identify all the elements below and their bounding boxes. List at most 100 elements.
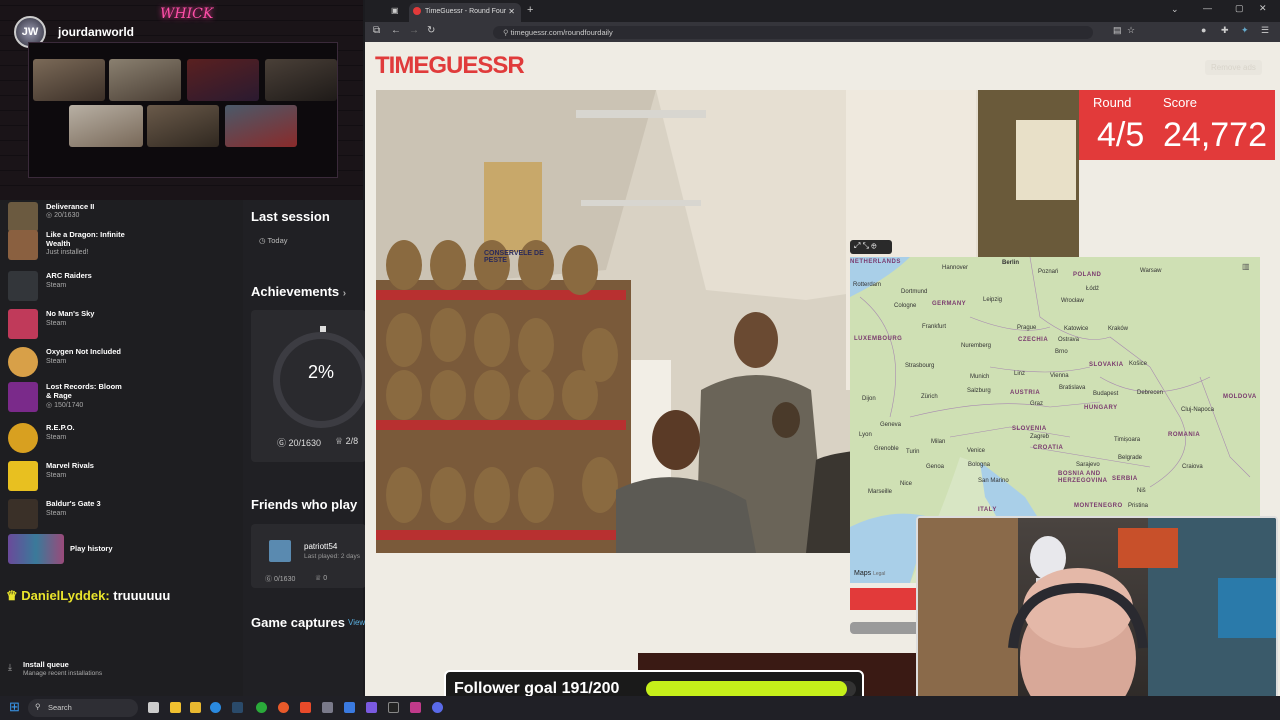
game-item-oxygen-not-included[interactable]: Oxygen Not Included Steam [8,345,128,379]
xbox-icon[interactable] [256,702,267,713]
minimize-icon[interactable]: — [1203,3,1212,13]
game-item-repo[interactable]: R.E.P.O. Steam [8,421,128,455]
game-item-like-a-dragon[interactable]: Like a Dragon: Infinite Wealth Just inst… [8,228,128,262]
sidebar-toggle-icon[interactable]: ⧉ [373,25,380,36]
game-item-arc-raiders[interactable]: ARC Raiders Steam [8,269,128,303]
friend-name: patriott54 [304,542,338,551]
new-tab-icon[interactable]: + [527,4,533,16]
tab-timeguessr[interactable]: TimeGuessr - Round Four ✕ [409,3,521,22]
game-item-no-mans-sky[interactable]: No Man's Sky Steam [8,307,128,341]
chat-badge-icon: ♛ [6,588,18,603]
back-icon[interactable]: ← [391,25,401,36]
map-city-label: Belgrade [1118,455,1143,461]
chat-message: ♛ DanielLyddek: truuuuuu [6,588,170,604]
map-country-label: HUNGARY [1084,405,1118,411]
game-item-baldurs-gate-3[interactable]: Baldur's Gate 3 Steam [8,497,128,531]
captures-view-link[interactable]: View [348,618,365,627]
pin-icon[interactable]: ⊕ [871,241,876,250]
play-history-item[interactable]: Play history [8,532,138,566]
bookmark-star-icon[interactable]: ☆ [1127,25,1135,36]
game-title: ARC Raiders [46,271,92,280]
game-thumbnail [8,271,38,301]
maximize-icon[interactable]: ▢ [1235,3,1244,14]
guest-cam [69,105,143,147]
guest-cam [225,105,297,147]
game-status: Steam [46,320,67,327]
extensions-icon[interactable]: ✚ [1221,25,1229,36]
copilot-icon[interactable] [170,702,181,713]
expand-icon[interactable]: ⤢ [854,241,860,250]
guest-cam [33,59,105,101]
app-icon[interactable] [410,702,421,713]
game-item-lost-records[interactable]: Lost Records: Bloom & Rage ◎ 150/1740 [8,380,128,414]
game-status: Just installed! [46,249,89,256]
url-field[interactable]: ⚲ timeguessr.com/roundfourdaily [493,26,1093,39]
friend-gamerscore: Ⓖ 0/1630 [265,576,296,583]
game-title: No Man's Sky [46,309,95,318]
profile-icon[interactable]: ● [1201,25,1206,35]
map-city-label: Pristina [1128,503,1149,509]
map-country-label: AUSTRIA [1010,390,1041,396]
game-thumbnail [8,382,38,412]
remove-ads-button[interactable]: Remove ads [1205,60,1262,75]
address-bar-row: ⧉ ← → ↻ ⚲ timeguessr.com/roundfourdaily … [365,22,1280,42]
friend-card[interactable]: patriott54 Last played: 2 days Ⓖ 0/1630 … [251,524,366,588]
round-label: Round [1093,95,1132,110]
reader-mode-icon[interactable]: ▤ [1113,25,1122,36]
task-view-icon[interactable] [148,702,159,713]
achievements-heading[interactable]: Achievements › [251,284,346,299]
map-city-label: Brno [1055,349,1068,355]
file-explorer-icon[interactable] [190,702,201,713]
play-history-thumbnail [8,534,64,564]
timeguessr-logo[interactable]: TIMEGUESSR [375,52,525,80]
map-city-label: Frankfurt [922,324,947,330]
round-score-panel: Round Score 4/5 24,772 [1079,90,1275,160]
play-history-label: Play history [70,544,113,553]
app-icon[interactable] [322,702,333,713]
guess-button[interactable] [850,588,920,610]
map-city-label: Craiova [1182,464,1203,470]
close-tab-icon[interactable]: ✕ [508,7,515,16]
achievements-card[interactable]: 2% Ⓖ 20/1630 ♕ 2/8 [251,310,369,462]
map-city-label: Leipzig [983,297,1003,303]
app-icon[interactable] [344,702,355,713]
menu-icon[interactable]: ☰ [1261,25,1269,36]
map-tools: ⤢ ⤡ ⊕ [850,240,892,254]
shrink-icon[interactable]: ⤡ [863,241,869,250]
map-country-label: ITALY [978,507,997,513]
game-title: R.E.P.O. [46,423,75,432]
extension-icon[interactable]: ✦ [1241,25,1249,36]
firefox-icon[interactable] [278,702,289,713]
app-icon[interactable] [366,702,377,713]
forward-icon[interactable]: → [409,25,419,36]
steam-icon[interactable] [232,702,243,713]
map-country-label: POLAND [1073,272,1102,278]
map-layers-icon[interactable]: ▥ [1242,262,1250,271]
taskbar-search[interactable]: ⚲ Search [28,699,138,717]
map-city-label: Turin [906,449,920,455]
terminal-icon[interactable] [388,702,399,713]
reload-icon[interactable]: ↻ [427,25,435,36]
close-window-icon[interactable]: ✕ [1259,3,1267,14]
map-city-label: Graz [1030,401,1044,407]
map-city-label: Warsaw [1140,268,1162,274]
map-city-label: Genoa [926,464,945,470]
map-city-label: Zürich [921,394,938,400]
tab-overview-icon[interactable]: ▣ [391,6,399,15]
favicon-icon [413,7,421,15]
map-city-label: Vienna [1050,373,1069,379]
tab-menu-chevron-icon[interactable]: ⌄ [1171,4,1179,15]
year-slider[interactable] [850,622,920,634]
brave-icon[interactable] [300,702,311,713]
discord-icon[interactable] [432,702,443,713]
map-country-label: MONTENEGRO [1074,503,1123,509]
game-item-marvel-rivals[interactable]: Marvel Rivals Steam [8,459,128,493]
game-thumbnail [8,309,38,339]
search-placeholder: Search [48,703,72,712]
map-city-label: Linz [1014,371,1026,377]
round-value: 4/5 [1097,116,1145,154]
edge-icon[interactable] [210,702,221,713]
map-city-label: Niš [1137,488,1146,494]
windows-start-icon[interactable]: ⊞ [9,700,23,714]
friend-last-played: Last played: 2 days [304,553,361,560]
